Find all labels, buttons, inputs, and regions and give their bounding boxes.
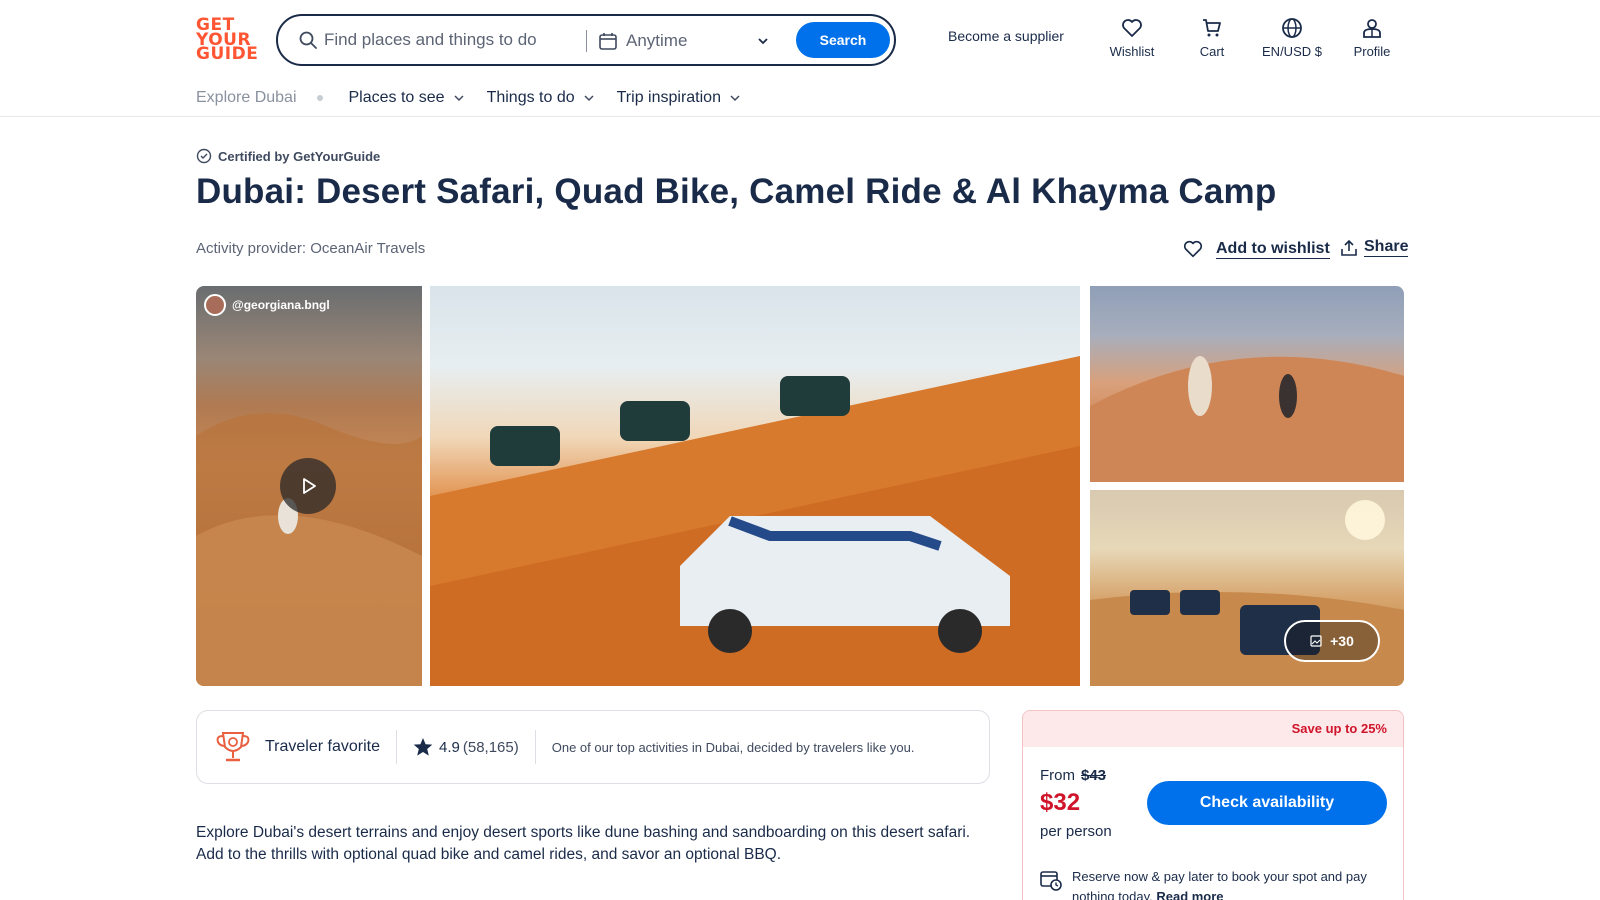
profile-nav[interactable]: Profile xyxy=(1336,16,1408,59)
review-count: (58,165) xyxy=(462,738,519,756)
gallery-main-image[interactable] xyxy=(430,286,1080,686)
booking-card: Save up to 25% From $43 $32 per person Ch… xyxy=(1022,710,1404,900)
trip-inspiration-label: Trip inspiration xyxy=(616,89,721,106)
video-username: @georgiana.bngl xyxy=(232,298,330,312)
page-title: Dubai: Desert Safari, Quad Bike, Camel R… xyxy=(196,172,1277,211)
quad-bikes-and-suv-image xyxy=(430,356,1080,686)
save-banner: Save up to 25% xyxy=(1023,711,1403,747)
price-from-row: From $43 xyxy=(1040,767,1106,784)
chevron-down-icon xyxy=(454,95,464,102)
search-input[interactable] xyxy=(324,24,574,56)
search-divider xyxy=(586,30,587,52)
traveler-favorite-box: Traveler favorite 4.9 (58,165) One of ou… xyxy=(196,710,990,784)
rating[interactable]: 4.9 (58,165) xyxy=(413,737,519,757)
wishlist-label: Wishlist xyxy=(1109,44,1155,59)
per-person-label: per person xyxy=(1040,823,1112,840)
traveler-favorite-label: Traveler favorite xyxy=(265,738,380,755)
chevron-down-icon xyxy=(730,95,740,102)
avatar xyxy=(204,294,226,316)
play-icon xyxy=(303,478,316,494)
search-icon xyxy=(299,31,317,49)
current-price: $32 xyxy=(1040,789,1081,816)
activity-provider: Activity provider: OceanAir Travels xyxy=(196,240,425,257)
share-label: Share xyxy=(1364,238,1409,257)
read-more-link[interactable]: Read more xyxy=(1156,889,1223,900)
more-photos-count: +30 xyxy=(1330,633,1354,649)
add-to-wishlist-label: Add to wishlist xyxy=(1216,239,1330,259)
getyourguide-logo[interactable]: GET YOUR GUIDE xyxy=(196,17,259,64)
check-availability-button[interactable]: Check availability xyxy=(1147,781,1387,825)
wishlist-nav[interactable]: Wishlist xyxy=(1096,16,1168,59)
activity-description: Explore Dubai's desert terrains and enjo… xyxy=(196,824,971,863)
video-user-tag: @georgiana.bngl xyxy=(204,294,330,316)
things-to-do-label: Things to do xyxy=(486,89,575,106)
reserve-now-info: Reserve now & pay later to book your spo… xyxy=(1040,867,1390,900)
heart-icon xyxy=(1183,240,1203,258)
certified-check-icon xyxy=(196,148,212,164)
cart-nav[interactable]: Cart xyxy=(1176,16,1248,59)
separator-dot xyxy=(316,95,323,101)
gallery-quad-sunset-image[interactable]: +30 xyxy=(1090,490,1404,686)
play-button[interactable] xyxy=(280,458,336,514)
share-icon xyxy=(1341,239,1357,256)
certified-badge: Certified by GetYourGuide xyxy=(196,148,380,164)
date-picker[interactable]: Anytime xyxy=(598,26,770,56)
sub-navigation: Explore Dubai Places to see Things to do… xyxy=(196,86,763,110)
trophy-icon xyxy=(216,732,250,762)
original-price: $43 xyxy=(1081,767,1107,784)
heart-icon xyxy=(1122,19,1142,37)
share-button[interactable]: Share xyxy=(1340,238,1409,257)
search-bar: Anytime Search xyxy=(276,14,896,66)
more-photos-button[interactable]: +30 xyxy=(1284,620,1380,662)
calendar-icon xyxy=(599,33,617,50)
divider xyxy=(396,730,397,764)
rating-value: 4.9 xyxy=(439,738,460,756)
language-currency-label: EN/USD $ xyxy=(1262,44,1322,59)
sandboarding-photo xyxy=(1090,356,1404,482)
divider xyxy=(534,730,536,764)
gallery-video-thumbnail[interactable]: @georgiana.bngl xyxy=(196,286,422,686)
search-button[interactable]: Search xyxy=(796,22,890,58)
star-icon xyxy=(413,738,433,756)
calendar-clock-icon xyxy=(1040,871,1062,891)
language-currency-nav[interactable]: EN/USD $ xyxy=(1256,16,1328,59)
logo-line-3: GUIDE xyxy=(196,44,259,64)
site-header: GET YOUR GUIDE Anytime Search Become a s… xyxy=(0,0,1600,117)
provider-name[interactable]: OceanAir Travels xyxy=(310,240,425,257)
globe-icon xyxy=(1282,18,1302,38)
become-supplier-link[interactable]: Become a supplier xyxy=(948,28,1064,44)
explore-dubai-link[interactable]: Explore Dubai xyxy=(196,89,297,107)
certified-label: Certified by GetYourGuide xyxy=(218,148,381,164)
places-to-see-menu[interactable]: Places to see xyxy=(349,89,465,107)
reserve-text-wrap: Reserve now & pay later to book your spo… xyxy=(1072,867,1390,900)
add-to-wishlist-button[interactable]: Add to wishlist xyxy=(1182,238,1330,260)
date-picker-label: Anytime xyxy=(626,31,688,50)
from-label: From xyxy=(1040,767,1075,784)
chevron-down-icon xyxy=(584,95,594,102)
cart-label: Cart xyxy=(1199,44,1225,59)
profile-icon xyxy=(1363,19,1381,38)
trip-inspiration-menu[interactable]: Trip inspiration xyxy=(617,89,741,107)
profile-label: Profile xyxy=(1353,44,1391,59)
cart-icon xyxy=(1203,19,1221,37)
gallery-sandboarding-image[interactable] xyxy=(1090,286,1404,482)
image-icon xyxy=(1310,635,1322,647)
top-activity-message: One of our top activities in Dubai, deci… xyxy=(551,739,915,755)
provider-prefix: Activity provider: xyxy=(196,240,311,257)
places-to-see-label: Places to see xyxy=(348,89,445,106)
things-to-do-menu[interactable]: Things to do xyxy=(487,89,595,107)
chevron-down-icon xyxy=(758,38,768,45)
